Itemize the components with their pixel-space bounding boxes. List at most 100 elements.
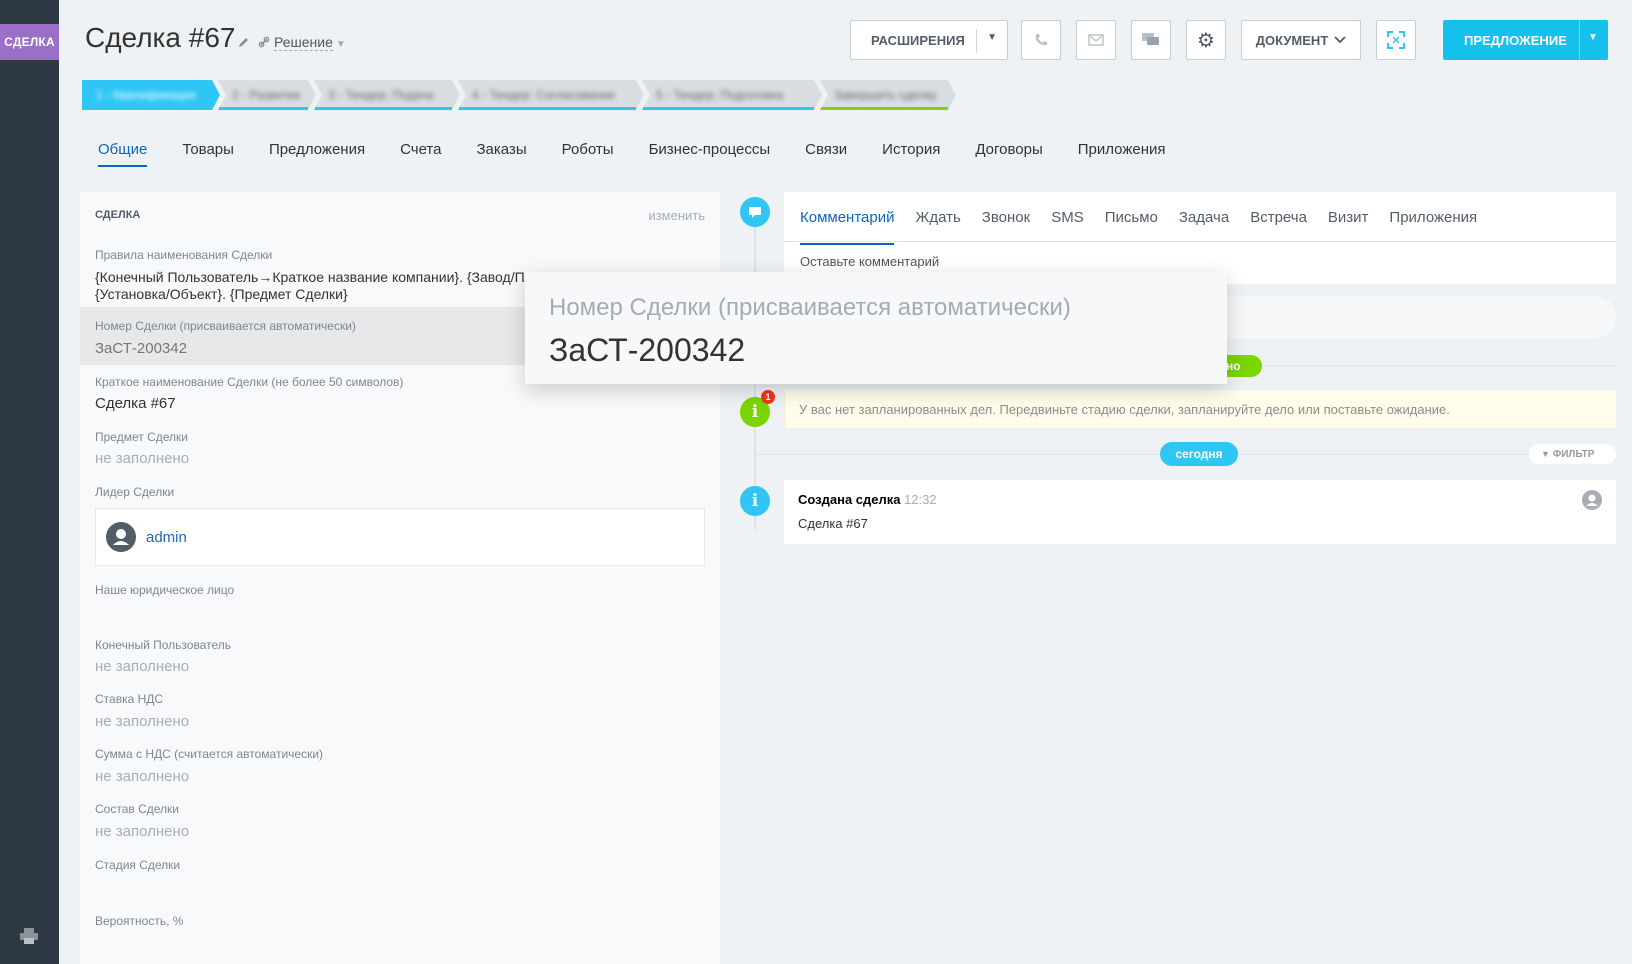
- editor-tab-call[interactable]: Звонок: [982, 209, 1030, 241]
- tab-offers[interactable]: Предложения: [269, 141, 365, 167]
- call-button[interactable]: [1021, 20, 1061, 60]
- field-label: Номер Сделки (присваивается автоматическ…: [95, 319, 356, 333]
- editor-tab-sms[interactable]: SMS: [1051, 209, 1084, 241]
- field-label: Конечный Пользователь: [95, 638, 231, 652]
- stage-3[interactable]: 3 - Тендер: Подача: [314, 80, 460, 110]
- editor-tabs: Комментарий Ждать Звонок SMS Письмо Зада…: [800, 209, 1498, 245]
- field-value: не заполнено: [95, 658, 190, 675]
- tab-apps[interactable]: Приложения: [1078, 141, 1166, 167]
- warning-text: У вас нет запланированных дел. Передвинь…: [799, 402, 1450, 417]
- print-icon[interactable]: [19, 928, 39, 944]
- field-label: Лидер Сделки: [95, 485, 175, 499]
- field-value: не заполнено: [95, 768, 190, 785]
- stage-2[interactable]: 2 - Развитие: [218, 80, 316, 110]
- tab-general[interactable]: Общие: [98, 141, 148, 167]
- field-value: не заполнено: [95, 823, 190, 840]
- editor-tab-meeting[interactable]: Встреча: [1250, 209, 1307, 241]
- tab-links[interactable]: Связи: [805, 141, 847, 167]
- filter-button[interactable]: ▼ ФИЛЬТР: [1529, 444, 1616, 464]
- editor-tab-email[interactable]: Письмо: [1105, 209, 1158, 241]
- info-icon: i: [740, 486, 770, 516]
- avatar[interactable]: [1582, 490, 1602, 510]
- chevron-down-icon: [1334, 36, 1346, 44]
- activity-editor: Комментарий Ждать Звонок SMS Письмо Зада…: [784, 192, 1616, 284]
- event-time: 12:32: [904, 492, 937, 507]
- chevron-down-icon: ▼: [335, 39, 346, 50]
- page-title: Сделка #67: [85, 22, 236, 53]
- field-value: Сделка #67: [95, 395, 176, 412]
- field-value: не заполнено: [95, 450, 190, 467]
- stage-5[interactable]: 5 - Тендер: Подготовка: [642, 80, 822, 110]
- user-icon: [1586, 494, 1598, 506]
- extensions-button[interactable]: РАСШИРЕНИЯ ▼: [850, 20, 1008, 60]
- tab-business-processes[interactable]: Бизнес-процессы: [649, 141, 771, 167]
- avatar: [106, 522, 136, 552]
- zoom-label: Номер Сделки (присваивается автоматическ…: [549, 294, 1071, 321]
- filter-icon: ▼: [1541, 449, 1550, 459]
- editor-tab-wait[interactable]: Ждать: [915, 209, 960, 241]
- field-label: Краткое наименование Сделки (не более 50…: [95, 375, 404, 389]
- gear-icon: ⚙: [1197, 28, 1215, 52]
- category-select[interactable]: Решение ▼: [274, 34, 346, 51]
- document-button[interactable]: ДОКУМЕНТ: [1241, 20, 1361, 60]
- divider: [976, 29, 977, 53]
- field-label: Предмет Сделки: [95, 430, 188, 444]
- today-badge: сегодня: [1160, 442, 1238, 466]
- editor-tab-comment[interactable]: Комментарий: [800, 209, 895, 245]
- user-icon: [113, 529, 129, 545]
- leader-name-link[interactable]: admin: [146, 529, 187, 546]
- tab-orders[interactable]: Заказы: [476, 141, 526, 167]
- extensions-label: РАСШИРЕНИЯ: [871, 33, 965, 48]
- comment-input[interactable]: Оставьте комментарий: [800, 254, 939, 269]
- editor-tab-task[interactable]: Задача: [1179, 209, 1229, 241]
- field-label: Ставка НДС: [95, 692, 164, 706]
- field-label: Вероятность, %: [95, 914, 184, 928]
- stage-close-deal[interactable]: Завершить сделку: [820, 80, 956, 110]
- timeline-event: Создана сделка 12:32 Сделка #67: [784, 480, 1616, 544]
- zoom-callout: Номер Сделки (присваивается автоматическ…: [525, 272, 1227, 384]
- card-heading: СДЕЛКА: [95, 209, 141, 221]
- tab-contracts[interactable]: Договоры: [975, 141, 1042, 167]
- field-value: {Установка/Объект}. {Предмет Сделки}: [95, 286, 348, 302]
- editor-tab-visit[interactable]: Визит: [1328, 209, 1369, 241]
- editor-tab-apps[interactable]: Приложения: [1389, 209, 1477, 241]
- leader-card[interactable]: admin: [95, 508, 705, 566]
- caret-down-icon[interactable]: ▼: [1588, 32, 1598, 43]
- edit-link[interactable]: изменить: [648, 208, 705, 223]
- fullscreen-button[interactable]: [1376, 20, 1416, 60]
- deal-number-value: ЗаСТ-200342: [95, 340, 187, 357]
- tab-invoices[interactable]: Счета: [400, 141, 441, 167]
- field-label: Наше юридическое лицо: [95, 583, 235, 597]
- stage-4[interactable]: 4 - Тендер: Согласование: [458, 80, 644, 110]
- offer-button[interactable]: ПРЕДЛОЖЕНИЕ ▼: [1443, 20, 1608, 60]
- tab-products[interactable]: Товары: [182, 141, 234, 167]
- rail-tab-deal[interactable]: СДЕЛКА: [0, 24, 59, 60]
- link-icon: [258, 36, 270, 48]
- filter-label: ФИЛЬТР: [1552, 449, 1595, 460]
- field-label: Правила наименования Сделки: [95, 248, 273, 262]
- tab-robots[interactable]: Роботы: [562, 141, 614, 167]
- divider: [1579, 20, 1580, 60]
- email-button[interactable]: [1076, 20, 1116, 60]
- chat-button[interactable]: [1131, 20, 1171, 60]
- phone-icon: [1035, 34, 1047, 46]
- tab-history[interactable]: История: [882, 141, 940, 167]
- left-rail: [0, 0, 59, 964]
- pencil-icon[interactable]: [238, 36, 250, 48]
- field-label: Стадия Сделки: [95, 858, 181, 872]
- alert-count-badge: 1: [761, 390, 775, 404]
- divider: [784, 241, 1616, 242]
- settings-button[interactable]: ⚙: [1186, 20, 1226, 60]
- expand-icon: [1387, 31, 1405, 49]
- document-label: ДОКУМЕНТ: [1255, 32, 1329, 48]
- caret-down-icon[interactable]: ▼: [987, 32, 997, 43]
- mail-icon: [1088, 34, 1104, 46]
- comment-icon: [740, 197, 770, 227]
- field-value: не заполнено: [95, 713, 190, 730]
- no-activities-warning: У вас нет запланированных дел. Передвинь…: [784, 390, 1616, 428]
- timeline-search[interactable]: [1170, 296, 1616, 338]
- chat-icon: [1142, 33, 1159, 45]
- stage-1[interactable]: 1 - Квалификация: [82, 80, 220, 110]
- offer-label: ПРЕДЛОЖЕНИЕ: [1464, 32, 1567, 48]
- event-body: Сделка #67: [798, 516, 868, 531]
